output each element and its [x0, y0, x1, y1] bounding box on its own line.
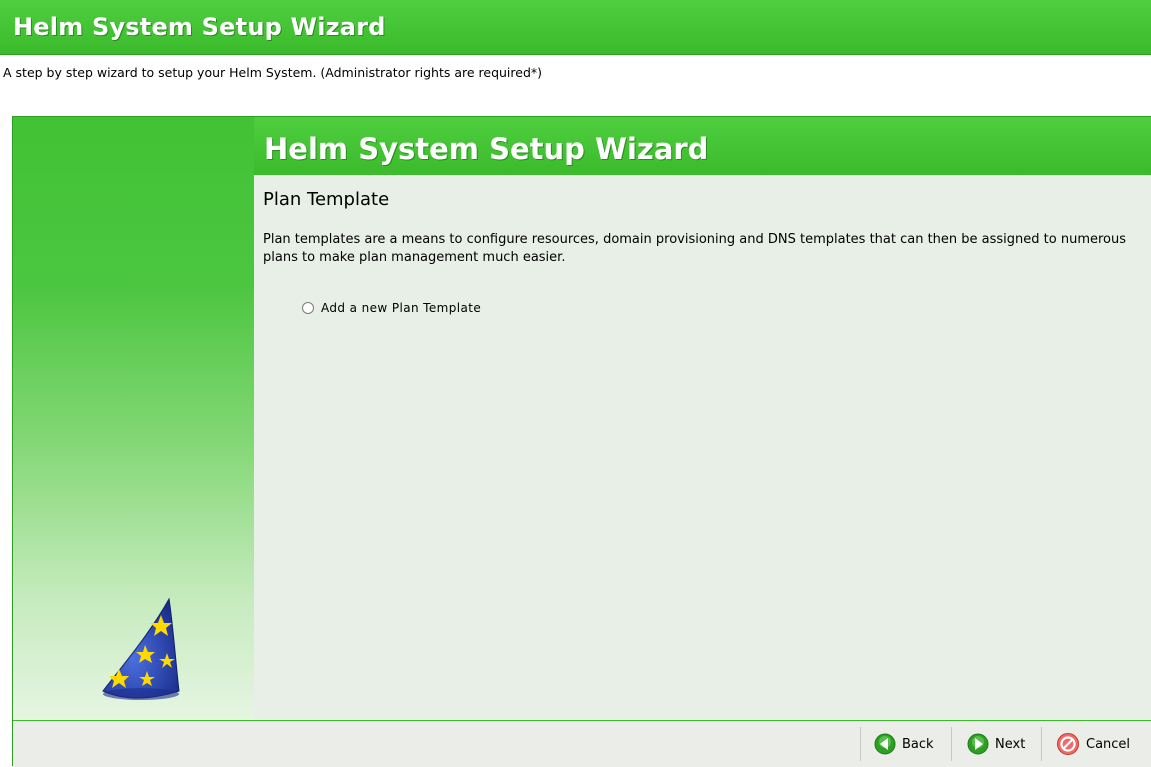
wizard-header: Helm System Setup Wizard: [254, 117, 1151, 175]
next-arrow-icon: [967, 733, 989, 755]
cancel-button[interactable]: Cancel: [1056, 729, 1130, 759]
wizard-side-panel: [13, 117, 254, 720]
wizard-button-bar: Back Next Cancel: [13, 720, 1151, 767]
back-arrow-icon: [874, 733, 896, 755]
app-title: Helm System Setup Wizard: [13, 13, 386, 41]
cancel-icon: [1057, 733, 1079, 755]
back-label: Back: [902, 736, 934, 752]
section-title: Plan Template: [263, 189, 390, 210]
app-header: Helm System Setup Wizard: [0, 0, 1151, 55]
cancel-label: Cancel: [1086, 736, 1131, 752]
app-subtitle: A step by step wizard to setup your Helm…: [3, 65, 543, 80]
section-description: Plan templates are a means to configure …: [263, 232, 1127, 265]
wizard-frame: Helm System Setup Wizard Plan Template P…: [12, 116, 1151, 767]
option-label: Add a new Plan Template: [321, 301, 482, 315]
wizard-header-title: Helm System Setup Wizard: [264, 132, 709, 166]
separator: [860, 727, 861, 761]
next-label: Next: [995, 736, 1026, 752]
add-plan-template-option[interactable]: Add a new Plan Template: [302, 301, 481, 315]
wizard-hat-icon: [102, 597, 180, 700]
separator: [1041, 727, 1042, 761]
separator: [951, 727, 952, 761]
wizard-content: Plan Template Plan templates are a means…: [254, 175, 1151, 720]
add-plan-template-radio[interactable]: [302, 302, 314, 314]
next-button[interactable]: Next: [967, 729, 1025, 759]
back-button[interactable]: Back: [874, 729, 934, 759]
